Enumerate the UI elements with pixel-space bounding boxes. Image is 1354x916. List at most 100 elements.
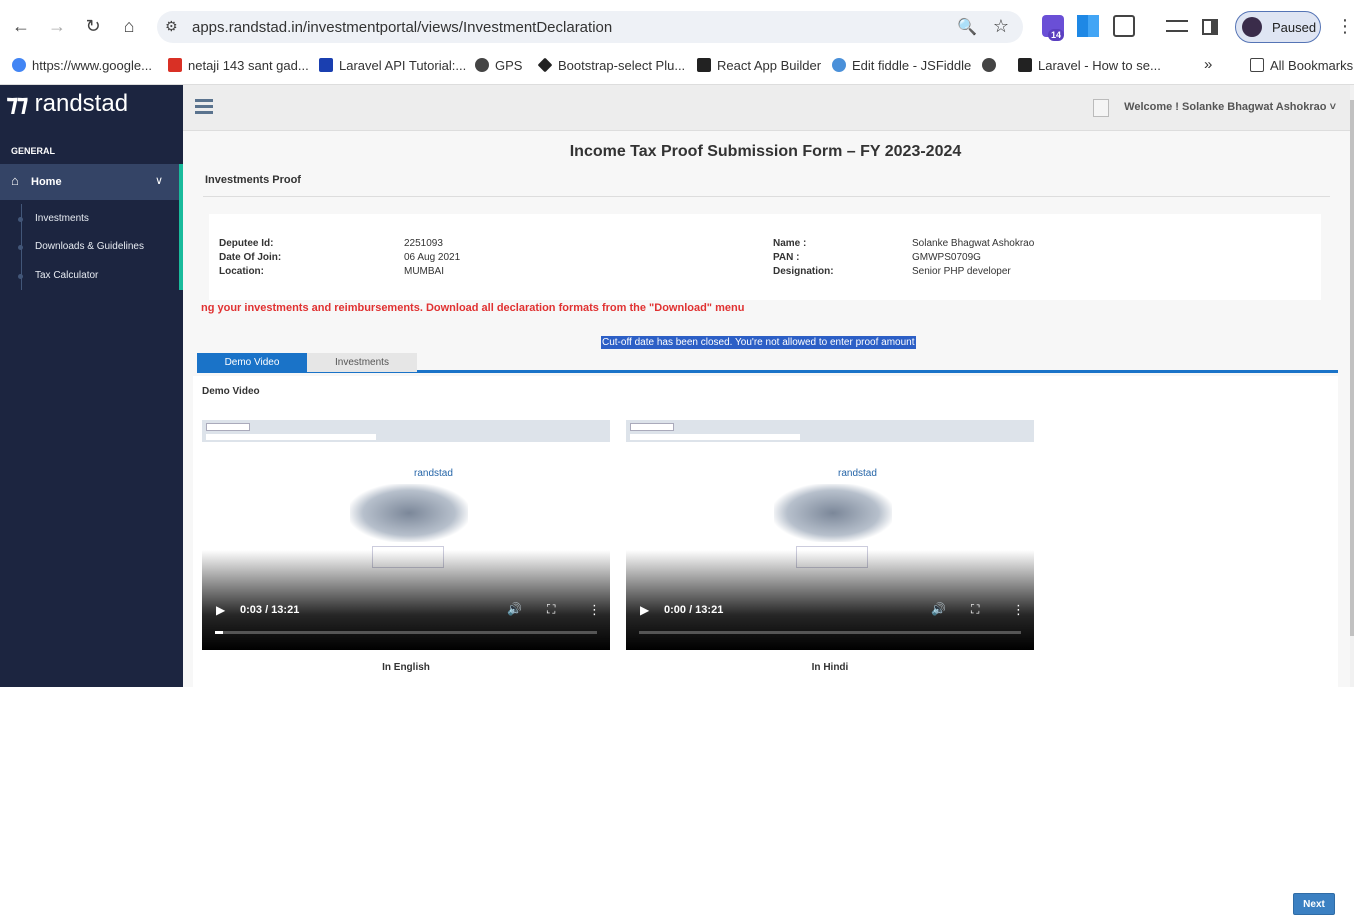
name-value: Solanke Bhagwat Ashokrao: [912, 238, 1035, 249]
tab-demo-video[interactable]: Demo Video: [197, 353, 307, 372]
video-player-hindi[interactable]: randstad ▶ 0:00 / 13:21 🔊 ⛶ ⋮: [626, 420, 1034, 650]
video-progress-bar[interactable]: [215, 631, 597, 634]
site-info-icon[interactable]: ⚙: [165, 18, 178, 35]
video-time: 0:00 / 13:21: [664, 604, 724, 616]
bookmark-star-icon[interactable]: ☆: [993, 16, 1009, 37]
home-icon[interactable]: ⌂: [117, 14, 141, 38]
bookmark-label: Laravel API Tutorial:...: [339, 58, 467, 73]
media-control-icon[interactable]: [1166, 20, 1188, 32]
codepen-icon: [537, 57, 553, 73]
randstad-logo[interactable]: ⁊⁊ randstad: [6, 89, 128, 118]
more-options-icon[interactable]: ⋮: [1012, 602, 1025, 618]
bookmark-label: Bootstrap-select Plu...: [558, 58, 686, 73]
play-icon[interactable]: ▶: [216, 603, 225, 617]
demo-video-panel: Demo Video randstad ▶ 0:03 / 13:21 🔊 ⛶ ⋮…: [193, 376, 1338, 915]
profile-status: Paused: [1272, 20, 1317, 35]
chevron-down-icon: ∨: [154, 175, 163, 187]
volume-icon[interactable]: 🔊: [507, 602, 522, 616]
user-avatar[interactable]: [1093, 99, 1109, 117]
fullscreen-icon[interactable]: ⛶: [547, 602, 555, 617]
play-icon[interactable]: ▶: [640, 603, 649, 617]
bookmarks-bar: https://www.google... netaji 143 sant ga…: [0, 52, 1354, 85]
sidebar: ⁊⁊ randstad GENERAL ⌂ Home ∨ Investments …: [0, 85, 183, 687]
browser-toolbar: ← → ↻ ⌂ ⚙ apps.randstad.in/investmentpor…: [0, 0, 1354, 52]
sidebar-item-home[interactable]: ⌂ Home ∨: [0, 164, 183, 200]
url-text[interactable]: apps.randstad.in/investmentportal/views/…: [192, 19, 612, 36]
bookmark-gmail[interactable]: netaji 143 sant gad...: [168, 58, 309, 73]
video-caption-hindi: In Hindi: [811, 662, 849, 673]
volume-icon[interactable]: 🔊: [931, 602, 946, 616]
cutoff-notice: Cut-off date has been closed. You're not…: [601, 336, 916, 349]
all-bookmarks[interactable]: All Bookmarks: [1250, 58, 1353, 73]
video-controls-overlay: [626, 550, 1034, 650]
scrolling-notice: ng your investments and reimbursements. …: [201, 302, 745, 314]
cloud-icon: [832, 58, 846, 72]
sidebar-item-tax-calculator[interactable]: Tax Calculator: [18, 270, 99, 281]
fullscreen-icon[interactable]: ⛶: [971, 602, 979, 617]
forward-icon[interactable]: →: [45, 14, 69, 38]
folder-icon: [1250, 58, 1264, 72]
bookmark-gps[interactable]: GPS: [475, 58, 522, 73]
site-icon: [1018, 58, 1032, 72]
video-controls-overlay: [202, 550, 610, 650]
location-value: MUMBAI: [404, 266, 444, 277]
extension-badge: 14: [1048, 29, 1065, 41]
deputee-id-label: Deputee Id:: [219, 238, 274, 249]
bullet-icon: [18, 217, 23, 222]
bookmark-label: https://www.google...: [32, 58, 152, 73]
name-label: Name :: [773, 238, 807, 249]
user-menu[interactable]: Welcome ! Solanke Bhagwat Ashokrao ˅: [1124, 101, 1336, 113]
gmail-icon: [168, 58, 182, 72]
video-caption-english: In English: [382, 662, 430, 673]
designation-value: Senior PHP developer: [912, 266, 1011, 277]
browser-menu-icon[interactable]: ⋮: [1336, 16, 1354, 37]
video-thumbnail-brand: randstad: [838, 468, 877, 479]
site-icon: [697, 58, 711, 72]
scrollbar-thumb[interactable]: [1350, 100, 1354, 636]
profile-chip[interactable]: Paused: [1235, 11, 1321, 43]
zoom-icon[interactable]: 🔍: [957, 17, 977, 37]
more-bookmarks-icon[interactable]: »: [1204, 56, 1212, 73]
bookmark-globe[interactable]: [982, 58, 1002, 73]
windows-extension-icon[interactable]: [1077, 15, 1099, 37]
bookmark-label: GPS: [495, 58, 523, 73]
employee-info-card: Deputee Id: 2251093 Date Of Join: 06 Aug…: [209, 214, 1321, 300]
page-title: Income Tax Proof Submission Form – FY 20…: [569, 143, 962, 160]
pan-value: GMWPS0709G: [912, 252, 981, 263]
bookmark-react-app-builder[interactable]: React App Builder: [697, 58, 821, 73]
bullet-icon: [18, 274, 23, 279]
deputee-id-value: 2251093: [404, 238, 443, 249]
video-progress-bar[interactable]: [639, 631, 1021, 634]
video-player-english[interactable]: randstad ▶ 0:03 / 13:21 🔊 ⛶ ⋮: [202, 420, 610, 650]
reload-icon[interactable]: ↻: [81, 14, 105, 38]
sidebar-item-investments[interactable]: Investments: [18, 213, 89, 224]
tab-investments[interactable]: Investments: [307, 353, 417, 372]
bookmark-label: Edit fiddle - JSFiddle: [852, 58, 972, 73]
address-bar[interactable]: ⚙ apps.randstad.in/investmentportal/view…: [157, 11, 1023, 43]
welcome-text: Welcome ! Solanke Bhagwat Ashokrao: [1124, 101, 1327, 113]
next-button[interactable]: Next: [1293, 893, 1335, 915]
menu-toggle-icon[interactable]: [195, 99, 213, 117]
bookmark-laravel-how[interactable]: Laravel - How to se...: [1018, 58, 1161, 73]
extensions-puzzle-icon[interactable]: [1113, 15, 1135, 37]
bookmark-google[interactable]: https://www.google...: [12, 58, 152, 73]
bookmark-label: React App Builder: [717, 58, 822, 73]
bookmark-bootstrap-select[interactable]: Bootstrap-select Plu...: [537, 57, 686, 73]
back-icon[interactable]: ←: [9, 14, 33, 38]
panel-title: Demo Video: [202, 386, 260, 397]
bookmark-laravel-api[interactable]: Laravel API Tutorial:...: [319, 58, 466, 73]
pan-label: PAN :: [773, 252, 800, 263]
sidebar-item-label: Tax Calculator: [35, 270, 99, 281]
location-label: Location:: [219, 266, 264, 277]
sidebar-item-label: Home: [31, 176, 62, 188]
more-options-icon[interactable]: ⋮: [588, 602, 601, 618]
bookmark-jsfiddle[interactable]: Edit fiddle - JSFiddle: [832, 58, 971, 73]
main-content: Income Tax Proof Submission Form – FY 20…: [183, 131, 1350, 915]
bookmark-label: netaji 143 sant gad...: [188, 58, 309, 73]
section-title: Investments Proof: [205, 174, 301, 186]
date-of-join-label: Date Of Join:: [219, 252, 282, 263]
sidebar-item-downloads[interactable]: Downloads & Guidelines: [18, 241, 144, 252]
brand-name: randstad: [34, 90, 129, 117]
side-panel-icon[interactable]: [1202, 19, 1218, 35]
app-header: Welcome ! Solanke Bhagwat Ashokrao ˅: [183, 85, 1350, 131]
